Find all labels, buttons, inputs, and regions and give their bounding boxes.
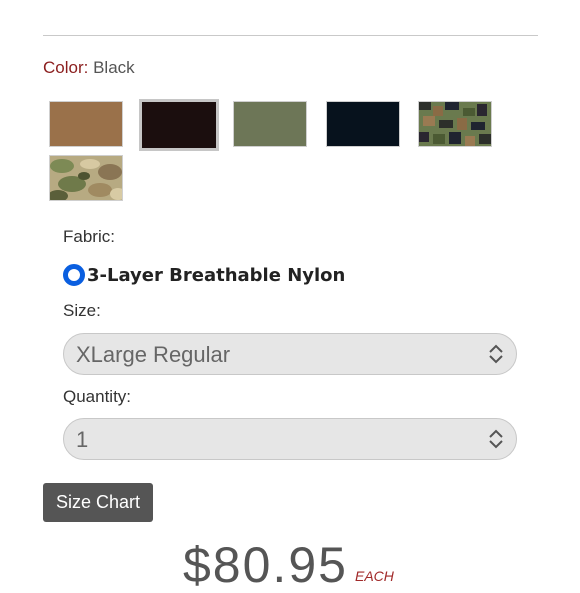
swatch-navy[interactable] (326, 101, 400, 147)
multicam-pattern (50, 156, 122, 200)
size-chart-button[interactable]: Size Chart (43, 483, 153, 522)
quantity-select[interactable]: 1 (63, 418, 517, 460)
swatch-black[interactable] (139, 99, 219, 151)
size-select[interactable]: XLarge Regular (63, 333, 517, 375)
quantity-select-value: 1 (76, 427, 89, 452)
price-amount: $80.95 (183, 537, 348, 593)
chevron-up-down-icon (489, 344, 503, 364)
swatch-coyote[interactable] (49, 101, 123, 147)
swatch-ranger-green[interactable] (233, 101, 307, 147)
color-label-row: Color: Black (43, 58, 135, 78)
swatch-multicam[interactable] (49, 155, 123, 201)
fabric-radio[interactable] (63, 264, 85, 286)
chevron-up-down-icon (489, 429, 503, 449)
woodland-digital-pattern (419, 102, 491, 146)
color-label: Color: (43, 58, 89, 77)
quantity-label: Quantity: (63, 387, 132, 406)
swatch-woodland-digital[interactable] (418, 101, 492, 147)
fabric-option-label[interactable]: 3-Layer Breathable Nylon (87, 265, 345, 286)
fabric-label: Fabric: (63, 227, 115, 246)
price-unit: EACH (355, 568, 394, 584)
color-value: Black (93, 58, 135, 77)
size-select-value: XLarge Regular (76, 342, 231, 367)
size-label: Size: (63, 301, 101, 320)
top-divider (43, 35, 538, 36)
